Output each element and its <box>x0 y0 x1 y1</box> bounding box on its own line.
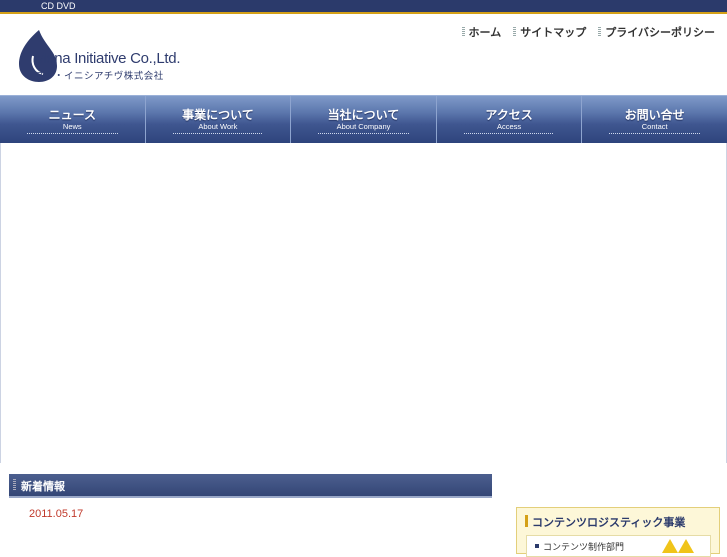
decorative-shapes-icon <box>662 539 694 553</box>
nav-sublabel: Contact <box>641 122 668 131</box>
nav-divider <box>27 133 118 134</box>
top-bar: CD DVD <box>0 0 727 14</box>
global-nav: ニュース News 事業について About Work 当社について About… <box>0 95 727 144</box>
nav-label: 事業について <box>182 108 254 122</box>
nav-divider <box>463 133 555 134</box>
nav-item-news[interactable]: ニュース News <box>0 96 146 143</box>
bullet-icon <box>513 27 517 37</box>
util-link-privacy[interactable]: プライバシーポリシー <box>598 24 715 40</box>
bullet-icon <box>461 27 465 37</box>
nav-item-contact[interactable]: お問い合せ Contact <box>582 96 727 143</box>
bullet-icon <box>598 27 602 37</box>
news-title: 新着情報 <box>21 481 65 493</box>
news-date: 2011.05.17 <box>29 508 84 520</box>
top-bar-text: CD DVD <box>41 1 76 11</box>
nav-item-about-company[interactable]: 当社について About Company <box>291 96 437 143</box>
nav-divider <box>609 133 700 134</box>
sidebar-link[interactable]: コンテンツ制作部門 <box>526 535 711 557</box>
logo-main-text: Mana Initiative Co.,Ltd. <box>34 50 181 67</box>
sidebar-box: コンテンツロジスティック事業 コンテンツ制作部門 <box>516 507 720 557</box>
main-visual-area <box>0 143 727 463</box>
nav-divider <box>172 133 264 134</box>
logo-sub-text: マナ・イニシアチヴ株式会社 <box>34 71 164 82</box>
sidebar-title: コンテンツロジスティック事業 <box>532 517 686 529</box>
nav-item-about-work[interactable]: 事業について About Work <box>146 96 292 143</box>
util-link-label: プライバシーポリシー <box>605 27 715 39</box>
nav-label: お問い合せ <box>624 108 685 122</box>
util-link-home[interactable]: ホーム <box>461 24 502 40</box>
nav-sublabel: News <box>62 122 82 131</box>
nav-sublabel: About Work <box>198 122 238 131</box>
nav-label: ニュース <box>48 108 96 122</box>
nav-item-access[interactable]: アクセス Access <box>437 96 583 143</box>
nav-label: アクセス <box>485 108 533 122</box>
nav-label: 当社について <box>327 108 400 122</box>
nav-divider <box>318 133 409 134</box>
news-header: 新着情報 <box>9 474 492 498</box>
header-bar-icon <box>13 479 16 491</box>
company-logo[interactable]: Mana Initiative Co.,Ltd. マナ・イニシアチヴ株式会社 <box>17 26 181 83</box>
util-link-label: サイトマップ <box>520 27 587 39</box>
nav-sublabel: Access <box>496 122 522 131</box>
util-link-sitemap[interactable]: サイトマップ <box>513 24 586 40</box>
utility-nav: ホーム サイトマップ プライバシーポリシー <box>461 24 715 40</box>
sidebar-mark-icon <box>525 515 528 527</box>
util-link-label: ホーム <box>468 27 502 39</box>
sidebar-link-label: コンテンツ制作部門 <box>543 542 625 552</box>
nav-sublabel: About Company <box>336 122 391 131</box>
